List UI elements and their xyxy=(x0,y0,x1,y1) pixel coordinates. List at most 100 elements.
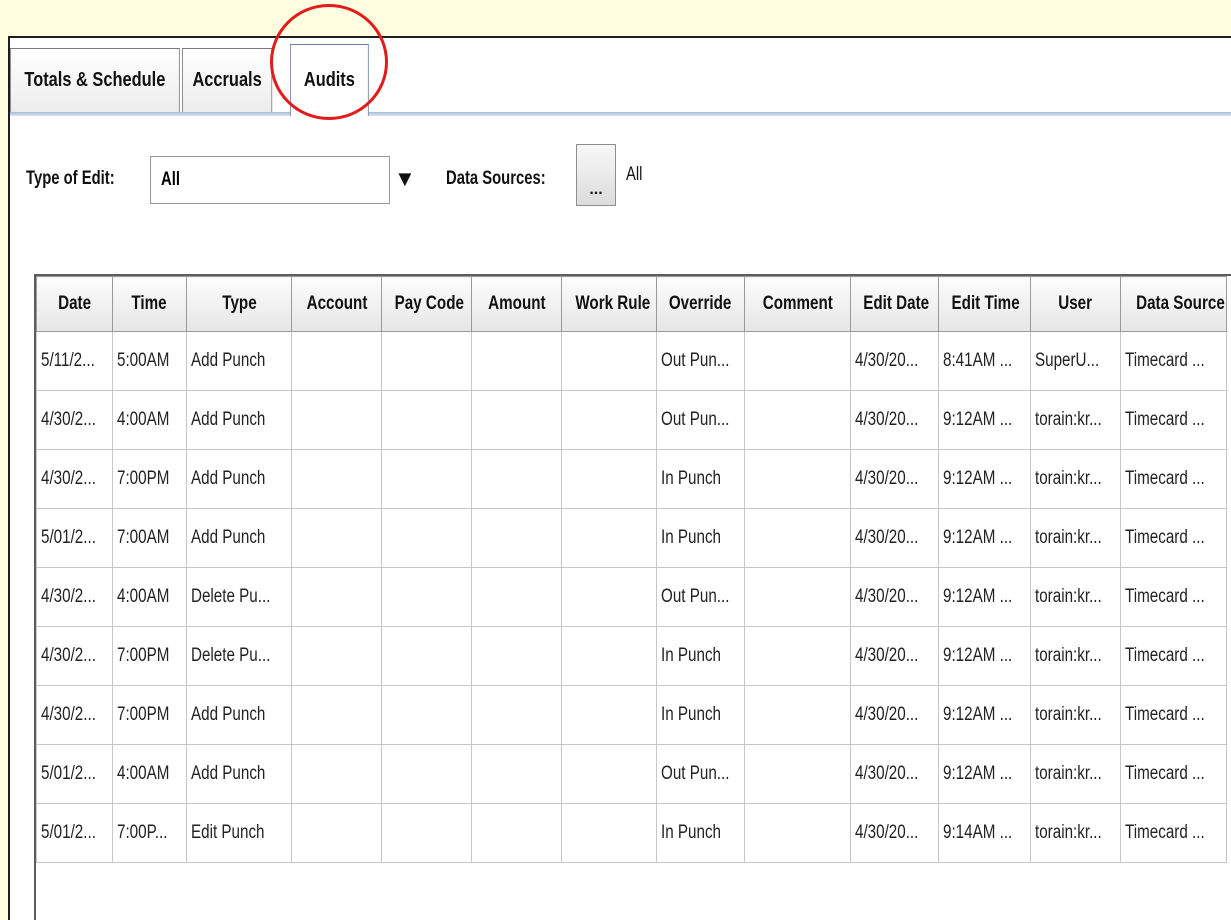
table-cell: 7:00PM xyxy=(112,685,187,745)
table-cell: 7:00PM xyxy=(112,449,187,509)
table-cell xyxy=(471,331,562,391)
tab-label: Audits xyxy=(303,69,355,91)
table-cell: Timecard ... xyxy=(1120,744,1227,804)
timecard-panel: Totals & Schedule Accruals Audits Type o… xyxy=(8,36,1231,920)
tab-strip: Totals & Schedule Accruals Audits xyxy=(10,38,1231,116)
column-header-override[interactable]: Override xyxy=(656,276,745,332)
table-cell: Add Punch xyxy=(186,744,292,804)
table-cell: torain:kr... xyxy=(1030,508,1121,568)
table-cell: Timecard ... xyxy=(1120,331,1227,391)
tab-totals-schedule[interactable]: Totals & Schedule xyxy=(10,48,180,112)
table-cell xyxy=(561,390,657,450)
table-row[interactable]: 4/30/2... 4:00AM Delete Pu... Out Pun... 4/3… xyxy=(36,567,1227,627)
table-cell: 4/30/20... xyxy=(850,685,939,745)
type-of-edit-value: All xyxy=(161,169,180,190)
table-cell: Add Punch xyxy=(186,449,292,509)
table-cell xyxy=(471,390,562,450)
table-cell xyxy=(561,449,657,509)
column-header-type[interactable]: Type xyxy=(186,276,292,332)
table-cell: Add Punch xyxy=(186,685,292,745)
table-cell: 9:12AM ... xyxy=(938,744,1031,804)
table-row[interactable]: 5/01/2... 4:00AM Add Punch Out Pun... 4/30/2… xyxy=(36,744,1227,804)
column-header-data-source[interactable]: Data Source xyxy=(1120,276,1227,332)
table-cell: 4/30/2... xyxy=(36,449,113,509)
table-cell xyxy=(744,803,851,863)
column-header-work-rule[interactable]: Work Rule xyxy=(561,276,657,332)
table-row[interactable]: 4/30/2... 7:00PM Add Punch In Punch 4/30/20.… xyxy=(36,449,1227,509)
table-cell xyxy=(291,390,382,450)
table-cell xyxy=(561,626,657,686)
table-cell xyxy=(471,626,562,686)
table-row[interactable]: 4/30/2... 4:00AM Add Punch Out Pun... 4/30/2… xyxy=(36,390,1227,450)
table-row[interactable]: 4/30/2... 7:00PM Add Punch In Punch 4/30/20.… xyxy=(36,685,1227,745)
table-cell: 4/30/20... xyxy=(850,567,939,627)
tab-label: Accruals xyxy=(192,69,262,91)
table-cell xyxy=(381,508,472,568)
table-cell xyxy=(471,744,562,804)
column-header-time[interactable]: Time xyxy=(112,276,187,332)
table-cell: 7:00PM xyxy=(112,626,187,686)
tab-underline xyxy=(10,112,1231,116)
column-header-user[interactable]: User xyxy=(1030,276,1121,332)
column-header-edit-time[interactable]: Edit Time xyxy=(938,276,1031,332)
table-cell: Timecard ... xyxy=(1120,567,1227,627)
table-cell: 4/30/20... xyxy=(850,449,939,509)
table-row[interactable]: 4/30/2... 7:00PM Delete Pu... In Punch 4/30/… xyxy=(36,626,1227,686)
table-cell: 4/30/20... xyxy=(850,803,939,863)
column-header-pay-code[interactable]: Pay Code xyxy=(381,276,472,332)
table-cell: 4/30/20... xyxy=(850,508,939,568)
table-cell xyxy=(561,508,657,568)
table-cell xyxy=(744,567,851,627)
table-cell: 5/01/2... xyxy=(36,508,113,568)
table-cell: Delete Pu... xyxy=(186,567,292,627)
table-cell: 4/30/2... xyxy=(36,685,113,745)
column-header-account[interactable]: Account xyxy=(291,276,382,332)
table-cell: In Punch xyxy=(656,508,745,568)
table-cell: 7:00AM xyxy=(112,508,187,568)
table-cell: Out Pun... xyxy=(656,390,745,450)
table-cell xyxy=(291,567,382,627)
table-cell xyxy=(744,449,851,509)
table-cell xyxy=(561,744,657,804)
table-cell: 4/30/20... xyxy=(850,331,939,391)
table-cell: Add Punch xyxy=(186,331,292,391)
table-cell xyxy=(561,331,657,391)
type-of-edit-field[interactable]: All xyxy=(150,156,390,204)
table-row[interactable]: 5/01/2... 7:00P... Edit Punch In Punch 4/30/… xyxy=(36,803,1227,863)
table-cell xyxy=(291,744,382,804)
column-header-edit-date[interactable]: Edit Date xyxy=(850,276,939,332)
table-cell: torain:kr... xyxy=(1030,685,1121,745)
column-header-comment[interactable]: Comment xyxy=(744,276,851,332)
dropdown-arrow-icon[interactable]: ▼ xyxy=(394,166,416,192)
column-header-amount[interactable]: Amount xyxy=(471,276,562,332)
table-cell xyxy=(291,685,382,745)
data-sources-button[interactable]: ... xyxy=(576,144,616,206)
table-cell xyxy=(381,331,472,391)
table-cell: 5/01/2... xyxy=(36,744,113,804)
type-of-edit-label: Type of Edit: xyxy=(26,168,115,189)
table-cell: 5/11/2... xyxy=(36,331,113,391)
table-cell xyxy=(471,567,562,627)
filter-row: Type of Edit: All ▼ Data Sources: ... Al… xyxy=(10,142,1231,222)
table-cell xyxy=(291,803,382,863)
table-row[interactable]: 5/11/2... 5:00AM Add Punch Out Pun... 4/30/2… xyxy=(36,331,1227,391)
table-cell xyxy=(471,803,562,863)
table-cell: 4/30/20... xyxy=(850,744,939,804)
tab-label: Totals & Schedule xyxy=(24,69,166,91)
type-of-edit-select[interactable]: All ▼ xyxy=(150,156,424,206)
table-cell xyxy=(381,567,472,627)
table-cell xyxy=(744,390,851,450)
table-cell: 4/30/2... xyxy=(36,390,113,450)
column-header-date[interactable]: Date xyxy=(36,276,113,332)
table-cell xyxy=(744,626,851,686)
tab-accruals[interactable]: Accruals xyxy=(182,48,273,112)
audits-table-body: 5/11/2... 5:00AM Add Punch Out Pun... 4/30/2… xyxy=(36,331,1227,863)
table-cell: Timecard ... xyxy=(1120,803,1227,863)
table-cell: Timecard ... xyxy=(1120,390,1227,450)
table-cell: 5:00AM xyxy=(112,331,187,391)
table-cell: 9:12AM ... xyxy=(938,626,1031,686)
tab-audits[interactable]: Audits xyxy=(290,44,369,116)
table-cell: 5/01/2... xyxy=(36,803,113,863)
table-row[interactable]: 5/01/2... 7:00AM Add Punch In Punch 4/30/20.… xyxy=(36,508,1227,568)
audits-table-container[interactable]: Date Time Type Account Pay Code Amount W… xyxy=(34,274,1231,920)
